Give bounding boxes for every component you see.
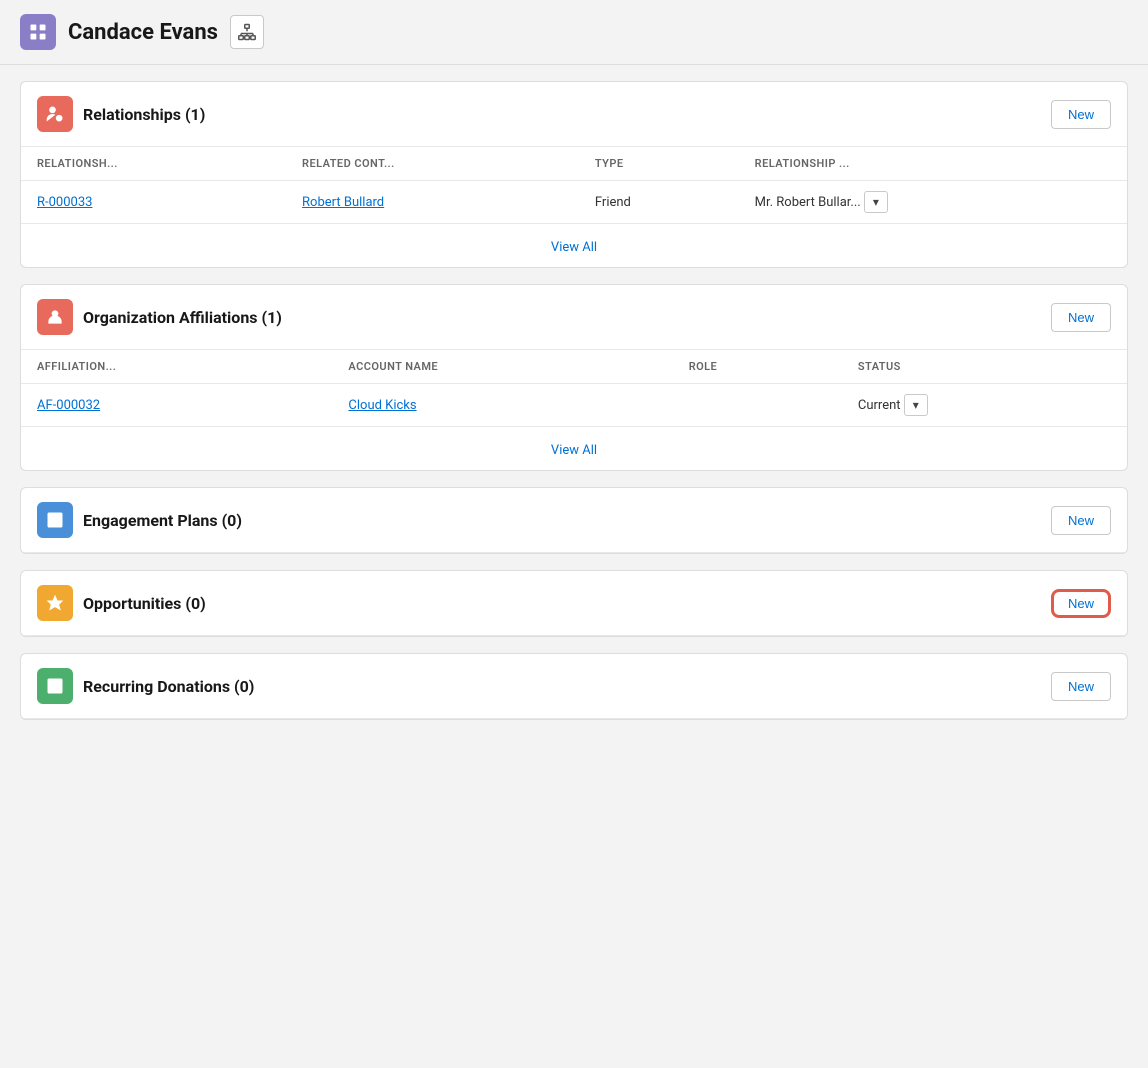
org-affiliations-table: AFFILIATION... ACCOUNT NAME ROLE STATUS … xyxy=(21,350,1127,426)
table-row: R-000033 Robert Bullard Friend Mr. Rober… xyxy=(21,181,1127,224)
col-status: STATUS xyxy=(842,350,1127,384)
opportunities-title: Opportunities (0) xyxy=(83,594,206,613)
relationship-type: Friend xyxy=(579,181,739,224)
recurring-donations-new-button[interactable]: New xyxy=(1051,672,1111,701)
affiliation-dropdown-button[interactable]: ▾ xyxy=(904,394,928,416)
recurring-donations-icon xyxy=(37,668,73,704)
engagement-plans-section: Engagement Plans (0) New xyxy=(20,487,1128,554)
opportunities-new-button[interactable]: New xyxy=(1051,589,1111,618)
relationships-section: Relationships (1) New RELATIONSH... RELA… xyxy=(20,81,1128,268)
relationships-table: RELATIONSH... RELATED CONT... TYPE RELAT… xyxy=(21,147,1127,223)
org-affiliations-icon xyxy=(37,299,73,335)
col-related-contact: RELATED CONT... xyxy=(286,147,579,181)
page-header: Candace Evans xyxy=(0,0,1148,65)
table-row: AF-000032 Cloud Kicks Current ▾ xyxy=(21,384,1127,427)
relationship-name-cell: Mr. Robert Bullar... ▾ xyxy=(739,181,1127,224)
relationship-id-link[interactable]: R-000033 xyxy=(37,195,92,210)
col-relationship-name: RELATIONSHIP ... xyxy=(739,147,1127,181)
page-title: Candace Evans xyxy=(68,20,218,45)
col-affiliation: AFFILIATION... xyxy=(21,350,332,384)
contact-icon xyxy=(20,14,56,50)
col-account-name: ACCOUNT NAME xyxy=(332,350,672,384)
relationships-new-button[interactable]: New xyxy=(1051,100,1111,129)
affiliation-id-link[interactable]: AF-000032 xyxy=(37,398,100,413)
col-type: TYPE xyxy=(579,147,739,181)
org-affiliations-view-all-row: View All xyxy=(21,426,1127,470)
account-name-link[interactable]: Cloud Kicks xyxy=(348,398,416,413)
engagement-plans-icon xyxy=(37,502,73,538)
relationships-header: Relationships (1) New xyxy=(21,82,1127,147)
engagement-plans-new-button[interactable]: New xyxy=(1051,506,1111,535)
engagement-plans-header: Engagement Plans (0) New xyxy=(21,488,1127,553)
col-relationship: RELATIONSH... xyxy=(21,147,286,181)
org-affiliations-header: Organization Affiliations (1) New xyxy=(21,285,1127,350)
org-affiliations-new-button[interactable]: New xyxy=(1051,303,1111,332)
recurring-donations-header: Recurring Donations (0) New xyxy=(21,654,1127,719)
recurring-donations-section: Recurring Donations (0) New xyxy=(20,653,1128,720)
recurring-donations-title: Recurring Donations (0) xyxy=(83,677,254,696)
relationship-dropdown-button[interactable]: ▾ xyxy=(864,191,888,213)
relationships-view-all-row: View All xyxy=(21,223,1127,267)
col-role: ROLE xyxy=(673,350,842,384)
opportunities-header: Opportunities (0) New xyxy=(21,571,1127,636)
main-content: Relationships (1) New RELATIONSH... RELA… xyxy=(0,65,1148,736)
org-affiliations-view-all-link[interactable]: View All xyxy=(551,443,597,458)
opportunities-icon xyxy=(37,585,73,621)
related-contact-link[interactable]: Robert Bullard xyxy=(302,195,384,210)
hierarchy-button[interactable] xyxy=(230,15,264,49)
org-affiliations-section: Organization Affiliations (1) New AFFILI… xyxy=(20,284,1128,471)
engagement-plans-title: Engagement Plans (0) xyxy=(83,511,242,530)
relationships-view-all-link[interactable]: View All xyxy=(551,240,597,255)
org-affiliations-title: Organization Affiliations (1) xyxy=(83,308,282,327)
affiliation-role xyxy=(673,384,842,427)
relationships-title: Relationships (1) xyxy=(83,105,205,124)
affiliation-status-cell: Current ▾ xyxy=(842,384,1127,427)
relationships-icon xyxy=(37,96,73,132)
opportunities-section: Opportunities (0) New xyxy=(20,570,1128,637)
